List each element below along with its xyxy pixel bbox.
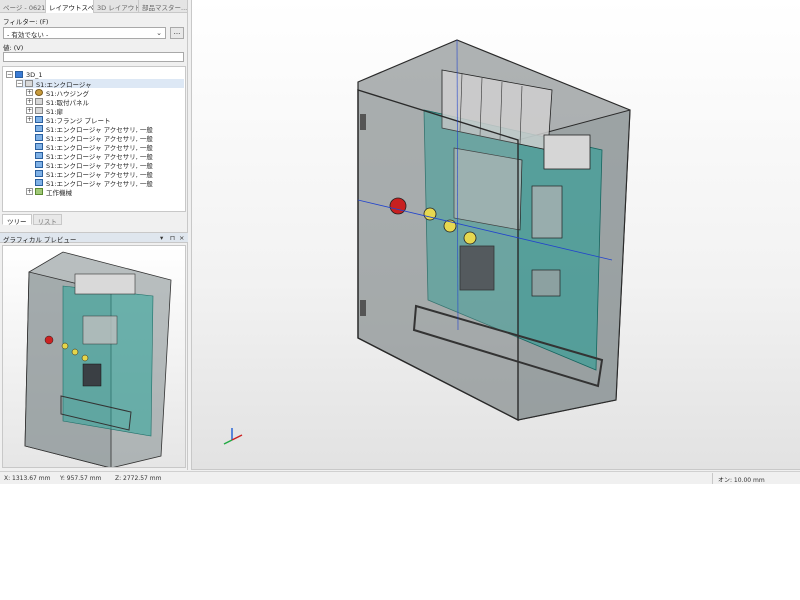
- plus-box-icon[interactable]: +: [26, 116, 33, 123]
- filter-value: - 有効でない -: [7, 31, 49, 39]
- structure-tree[interactable]: − 3D_1 − S1:エンクロージャ + S1:ハウジング + S1:取付パネ…: [2, 66, 186, 212]
- minus-box-icon[interactable]: −: [16, 80, 23, 87]
- flange-plate-icon: [35, 116, 43, 123]
- plus-box-icon[interactable]: +: [26, 107, 33, 114]
- minus-box-icon[interactable]: −: [6, 71, 13, 78]
- tree-node-label: 3D_1: [26, 70, 43, 79]
- filter-more-button[interactable]: ...: [170, 27, 184, 39]
- close-icon[interactable]: ×: [179, 234, 184, 242]
- accessory-icon: [35, 170, 43, 177]
- filter-select[interactable]: - 有効でない - ⌄: [3, 27, 166, 39]
- plus-box-icon[interactable]: +: [26, 188, 33, 195]
- cursor-z-readout: Z: 2772.57 mm: [115, 475, 162, 482]
- filter-label: フィルター: (F): [3, 18, 49, 26]
- app-window: ページ - 0621... レイアウトスペ... 3D レイアウト... 部品マ…: [0, 0, 800, 484]
- navigator-panel: ページ - 0621... レイアウトスペ... 3D レイアウト... 部品マ…: [0, 0, 188, 470]
- search-label: 値: (V): [3, 44, 24, 52]
- preview-title: グラフィカル プレビュー: [3, 236, 77, 244]
- tab-pages[interactable]: ページ - 0621...: [0, 0, 46, 13]
- search-input[interactable]: [3, 52, 184, 62]
- enclosure-icon: [25, 80, 33, 87]
- 3d-cube-icon: [15, 71, 23, 78]
- accessory-icon: [35, 179, 43, 186]
- 3d-viewport[interactable]: [191, 0, 800, 470]
- plus-box-icon[interactable]: +: [26, 89, 33, 96]
- snap-readout[interactable]: オン: 10.00 mm: [718, 475, 765, 484]
- accessory-icon: [35, 152, 43, 159]
- accessory-icon: [35, 125, 43, 132]
- mounting-panel-icon: [35, 98, 43, 105]
- tree-node-machine[interactable]: + 工作機械: [26, 187, 72, 197]
- navigator-tabs: ページ - 0621... レイアウトスペ... 3D レイアウト... 部品マ…: [0, 0, 188, 13]
- 3d-enclosure-model: [223, 39, 631, 445]
- accessory-icon: [35, 134, 43, 141]
- tab-list[interactable]: リスト: [32, 214, 62, 226]
- tree-node-enclosure[interactable]: − S1:エンクロージャ: [16, 79, 184, 89]
- pin-icon[interactable]: ▾: [160, 234, 163, 242]
- machine-icon: [35, 188, 43, 195]
- plus-box-icon[interactable]: +: [26, 98, 33, 105]
- preview-header: グラフィカル プレビュー ▾ ⊓ ×: [0, 232, 188, 244]
- tab-layout-space[interactable]: レイアウトスペ...: [46, 0, 94, 13]
- cursor-x-readout: X: 1313.67 mm: [4, 475, 51, 482]
- chevron-down-icon: ⌄: [156, 29, 162, 37]
- tree-node-label: 工作機械: [46, 188, 72, 197]
- door-icon: [35, 107, 43, 114]
- accessory-icon: [35, 143, 43, 150]
- tab-tree[interactable]: ツリー: [2, 214, 32, 226]
- cursor-y-readout: Y: 957.57 mm: [60, 475, 102, 482]
- status-separator: [712, 473, 713, 484]
- graphical-preview: [2, 245, 186, 468]
- housing-icon: [35, 89, 43, 96]
- float-icon[interactable]: ⊓: [170, 234, 175, 242]
- tab-3d-layout[interactable]: 3D レイアウト...: [94, 0, 139, 13]
- preview-enclosure-image: [24, 251, 172, 467]
- tab-parts-master[interactable]: 部品マスター...: [139, 0, 188, 13]
- navigator-view-tabs: ツリー リスト: [2, 214, 63, 226]
- status-bar: X: 1313.67 mm Y: 957.57 mm Z: 2772.57 mm…: [0, 471, 800, 484]
- accessory-icon: [35, 161, 43, 168]
